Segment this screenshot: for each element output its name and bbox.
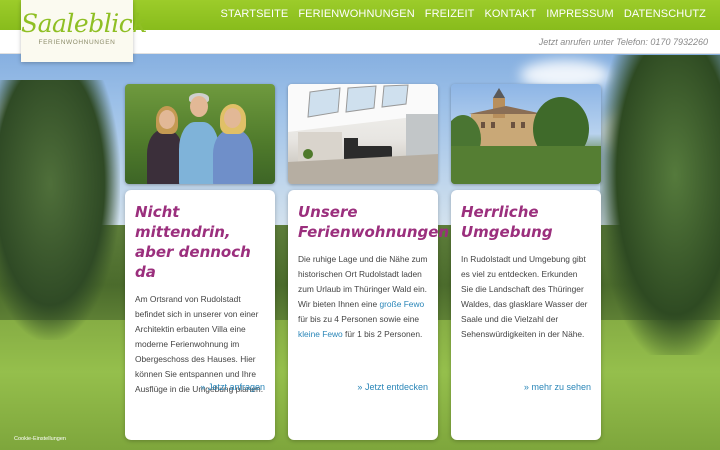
card-title-line: Umgebung — [461, 223, 553, 241]
person-photo-figure — [213, 130, 253, 184]
arrow-icon: » — [200, 382, 206, 392]
owners-photo — [125, 84, 275, 184]
card-title-line: Nicht mittendrin, — [135, 203, 231, 241]
card-link-label: mehr zu sehen — [531, 382, 591, 392]
logo-subtitle: Ferienwohnungen — [38, 39, 116, 46]
tree-right — [600, 55, 720, 355]
card-link-jetzt-entdecken[interactable]: » Jetzt entdecken — [357, 382, 428, 392]
card-title-line: Herrliche — [461, 203, 539, 221]
card-link-jetzt-anfragen[interactable]: » Jetzt anfragen — [200, 382, 265, 392]
card-body: Herrliche Umgebung In Rudolstadt und Umg… — [451, 190, 601, 440]
arrow-icon: » — [357, 382, 363, 392]
card-link-label: Jetzt entdecken — [364, 382, 428, 392]
phone-line: Jetzt anrufen unter Telefon: 0170 793226… — [538, 37, 708, 47]
card-body: Nicht mittendrin, aber dennoch da Am Ort… — [125, 190, 275, 440]
card-link-mehr-zu-sehen[interactable]: » mehr zu sehen — [524, 382, 591, 392]
nav-item-impressum[interactable]: IMPRESSUM — [546, 8, 614, 20]
head-shape — [190, 96, 208, 117]
tree-left — [0, 80, 120, 340]
site-logo[interactable]: Saaleblick Ferienwohnungen — [21, 0, 147, 62]
apartment-photo — [288, 84, 438, 184]
arrow-icon: » — [523, 382, 529, 392]
cookie-settings-link[interactable]: Cookie-Einstellungen — [14, 436, 66, 442]
card-title-line: Unsere — [298, 203, 358, 221]
card-title: Herrliche Umgebung — [461, 202, 591, 242]
card-title-line: Ferienwohnungen — [298, 223, 450, 241]
person-photo-figure — [147, 130, 183, 184]
card-text: Die ruhige Lage und die Nähe zum histori… — [298, 252, 428, 342]
castle-landscape-illustration — [451, 88, 601, 184]
card-title: Nicht mittendrin, aber dennoch da — [135, 202, 265, 282]
card-surroundings: Herrliche Umgebung In Rudolstadt und Umg… — [451, 84, 601, 440]
nav-item-kontakt[interactable]: KONTAKT — [484, 8, 536, 20]
card-owners: Nicht mittendrin, aber dennoch da Am Ort… — [125, 84, 275, 440]
apartment-interior-illustration — [288, 84, 438, 184]
nav-item-freizeit[interactable]: FREIZEIT — [425, 8, 475, 20]
link-grosse-fewo[interactable]: große Fewo — [379, 299, 424, 309]
nav-item-ferienwohnungen[interactable]: FERIENWOHNUNGEN — [298, 8, 414, 20]
card-body: Unsere Ferienwohnungen Die ruhige Lage u… — [288, 190, 449, 440]
card-link-label: Jetzt anfragen — [207, 382, 265, 392]
card-title-line: aber dennoch da — [135, 243, 251, 281]
card-title: Unsere Ferienwohnungen — [298, 202, 449, 242]
nav-item-startseite[interactable]: STARTSEITE — [221, 8, 289, 20]
head-shape — [224, 108, 241, 128]
card-text: In Rudolstadt und Umgebung gibt es viel … — [461, 254, 588, 339]
card-apartments: Unsere Ferienwohnungen Die ruhige Lage u… — [288, 84, 449, 440]
main-navigation: STARTSEITE FERIENWOHNUNGEN FREIZEIT KONT… — [221, 8, 706, 20]
logo-name: Saaleblick — [21, 9, 147, 38]
head-shape — [159, 110, 175, 129]
link-kleine-fewo[interactable]: kleine Fewo — [298, 329, 343, 339]
castle-photo — [451, 84, 601, 184]
nav-item-datenschutz[interactable]: DATENSCHUTZ — [624, 8, 706, 20]
card-text-part: für bis zu 4 Personen sowie eine — [298, 314, 420, 324]
card-text-part: für 1 bis 2 Personen. — [342, 329, 423, 339]
